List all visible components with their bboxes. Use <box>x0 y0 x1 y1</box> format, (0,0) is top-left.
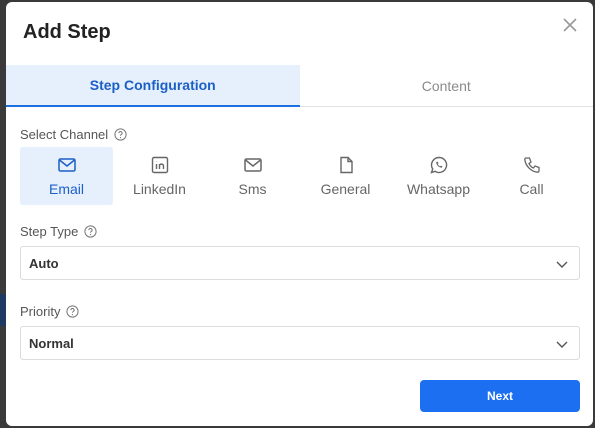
channel-option-email[interactable]: Email <box>20 147 113 205</box>
channel-label: General <box>320 181 371 197</box>
chevron-down-icon <box>556 261 568 268</box>
priority-select[interactable]: Normal <box>20 326 580 360</box>
channel-label: Call <box>519 181 544 197</box>
chevron-down-icon <box>556 341 568 348</box>
channel-label: LinkedIn <box>133 181 186 197</box>
select-channel-label: Select Channel <box>20 127 109 142</box>
modal-title: Add Step <box>23 21 111 43</box>
next-button[interactable]: Next <box>420 380 580 412</box>
priority-label: Priority <box>20 304 61 319</box>
linkedin-icon <box>151 156 168 174</box>
priority-value: Normal <box>29 335 74 351</box>
step-type-label: Step Type <box>20 224 79 239</box>
close-icon[interactable] <box>561 16 579 34</box>
channel-option-whatsapp[interactable]: Whatsapp <box>392 147 485 205</box>
tab-step-configuration[interactable]: Step Configuration <box>6 65 300 107</box>
whatsapp-icon <box>429 156 447 174</box>
add-step-modal: Add Step Step Configuration Content Sele… <box>6 2 593 426</box>
help-icon[interactable] <box>66 305 80 318</box>
step-type-label-row: Step Type <box>20 224 97 239</box>
channel-label: Sms <box>238 181 267 197</box>
sms-icon <box>243 158 262 172</box>
priority-label-row: Priority <box>20 304 80 319</box>
phone-icon <box>523 157 540 173</box>
channel-label: Whatsapp <box>406 181 471 197</box>
channel-option-sms[interactable]: Sms <box>206 147 299 205</box>
step-type-value: Auto <box>29 255 59 271</box>
channel-option-linkedin[interactable]: LinkedIn <box>113 147 206 205</box>
channel-option-general[interactable]: General <box>299 147 392 205</box>
file-icon <box>339 156 353 174</box>
channel-label: Email <box>48 181 84 197</box>
select-channel-label-row: Select Channel <box>20 127 127 142</box>
help-icon[interactable] <box>114 128 127 141</box>
tab-bar: Step Configuration Content <box>6 65 593 107</box>
help-icon[interactable] <box>84 225 97 238</box>
mail-icon <box>57 158 76 172</box>
channel-option-call[interactable]: Call <box>485 147 578 205</box>
channel-options: Email LinkedIn Sms General Whatsapp Call <box>20 147 580 205</box>
step-type-select[interactable]: Auto <box>20 246 580 280</box>
tab-content[interactable]: Content <box>300 65 594 107</box>
